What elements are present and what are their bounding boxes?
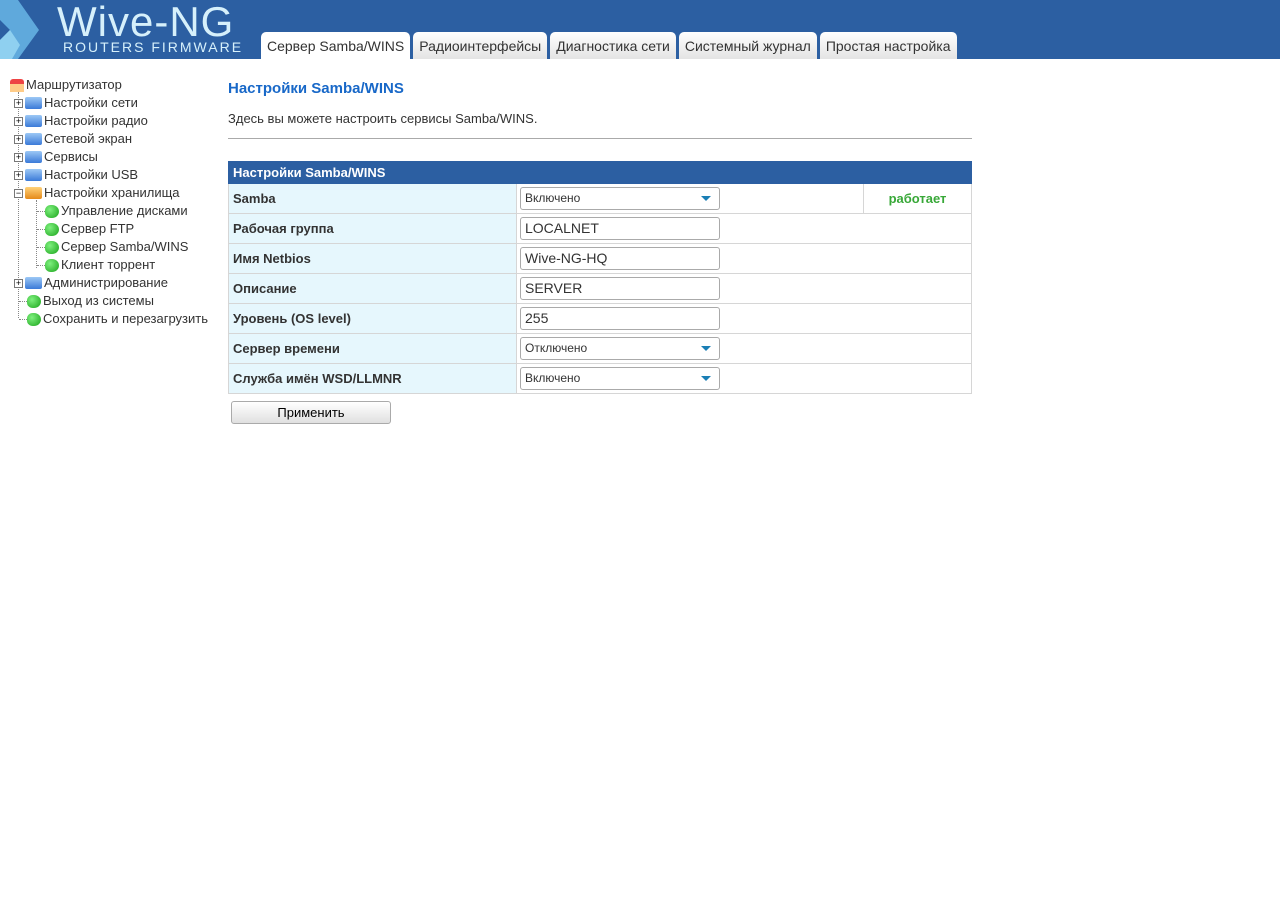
tree-label: Сервер Samba/WINS — [61, 239, 189, 254]
page-title: Настройки Samba/WINS — [228, 80, 404, 97]
folder-open-icon — [25, 187, 42, 199]
tree-label: Управление дисками — [61, 203, 188, 218]
tree-label: Сохранить и перезагрузить — [43, 311, 208, 326]
leaf-icon — [45, 222, 59, 236]
leaf-icon — [45, 204, 59, 218]
table-title: Настройки Samba/WINS — [228, 161, 972, 184]
tree-label: Маршрутизатор — [26, 77, 122, 92]
tree-label: Настройки сети — [44, 95, 138, 110]
table-row: Уровень (OS level) 255 — [228, 303, 972, 334]
tree-item-logout[interactable]: Выход из системы — [19, 292, 154, 310]
tree-label: Клиент торрент — [61, 257, 156, 272]
tree-label: Сервисы — [44, 149, 98, 164]
expand-icon[interactable]: + — [14, 134, 23, 144]
row-label: Служба имён WSD/LLMNR — [228, 363, 517, 394]
time-server-select[interactable]: Отключено — [520, 337, 720, 360]
workgroup-input[interactable]: LOCALNET — [520, 217, 720, 240]
tree-item-disks[interactable]: Управление дисками — [37, 202, 188, 220]
row-label: Сервер времени — [228, 333, 517, 364]
leaf-icon — [27, 294, 41, 308]
tree-item-network[interactable]: + Настройки сети — [14, 94, 138, 112]
divider — [228, 138, 972, 139]
row-label: Уровень (OS level) — [228, 303, 517, 334]
folder-icon — [25, 115, 42, 127]
table-row: Описание SERVER — [228, 273, 972, 304]
select-value: Включено — [525, 371, 581, 385]
tree-label: Администрирование — [44, 275, 168, 290]
select-value: Включено — [525, 191, 581, 205]
tree-label: Настройки хранилища — [44, 185, 180, 200]
folder-icon — [25, 133, 42, 145]
tree-item-admin[interactable]: + Администрирование — [14, 274, 168, 292]
page-description: Здесь вы можете настроить сервисы Samba/… — [228, 111, 538, 126]
row-label: Описание — [228, 273, 517, 304]
row-label: Рабочая группа — [228, 213, 517, 244]
home-icon — [10, 78, 24, 92]
table-row: Сервер времени Отключено — [228, 333, 972, 364]
leaf-icon — [45, 240, 59, 254]
apply-button[interactable]: Применить — [231, 401, 391, 424]
tree-label: Настройки USB — [44, 167, 139, 182]
os-level-input[interactable]: 255 — [520, 307, 720, 330]
top-tabs: Сервер Samba/WINS Радиоинтерфейсы Диагно… — [261, 32, 957, 59]
folder-icon — [25, 97, 42, 109]
expand-icon[interactable]: + — [14, 152, 23, 162]
logo-subtitle: ROUTERS FIRMWARE — [63, 39, 244, 55]
tree-item-torrent[interactable]: Клиент торрент — [37, 256, 155, 274]
tree-label: Настройки радио — [44, 113, 148, 128]
tree-label: Выход из системы — [43, 293, 154, 308]
description-input[interactable]: SERVER — [520, 277, 720, 300]
tab-system-log[interactable]: Системный журнал — [678, 32, 817, 59]
tab-samba-wins[interactable]: Сервер Samba/WINS — [261, 32, 411, 59]
folder-icon — [25, 169, 42, 181]
tree-item-storage[interactable]: − Настройки хранилища — [14, 184, 180, 202]
tree-item-services[interactable]: + Сервисы — [14, 148, 98, 166]
tree-item-usb[interactable]: + Настройки USB — [14, 166, 138, 184]
chevron-down-icon — [701, 346, 711, 351]
tree-label: Сервер FTP — [61, 221, 135, 236]
table-row: Рабочая группа LOCALNET — [228, 213, 972, 244]
row-label: Samba — [228, 183, 517, 214]
netbios-name-input[interactable]: Wive-NG-HQ — [520, 247, 720, 270]
samba-status: работает — [863, 183, 972, 214]
expand-icon[interactable]: + — [14, 170, 23, 180]
logo-chevron-icon — [0, 0, 39, 59]
expand-icon[interactable]: + — [14, 116, 23, 126]
chevron-down-icon — [701, 196, 711, 201]
collapse-icon[interactable]: − — [14, 188, 23, 198]
header: Wive-NG ROUTERS FIRMWARE Сервер Samba/WI… — [0, 0, 1280, 59]
main-content: Настройки Samba/WINS Здесь вы можете нас… — [228, 80, 972, 424]
row-label: Имя Netbios — [228, 243, 517, 274]
samba-select[interactable]: Включено — [520, 187, 720, 210]
expand-icon[interactable]: + — [14, 278, 23, 288]
table-row: Samba Включено работает — [228, 183, 972, 214]
tree-item-radio[interactable]: + Настройки радио — [14, 112, 148, 130]
folder-icon — [25, 151, 42, 163]
tab-network-diagnostics[interactable]: Диагностика сети — [550, 32, 676, 59]
tab-radio-interfaces[interactable]: Радиоинтерфейсы — [413, 32, 548, 59]
wsd-llmnr-select[interactable]: Включено — [520, 367, 720, 390]
table-row: Служба имён WSD/LLMNR Включено — [228, 363, 972, 394]
select-value: Отключено — [525, 341, 588, 355]
tree-item-firewall[interactable]: + Сетевой экран — [14, 130, 132, 148]
settings-table: Настройки Samba/WINS Samba Включено работа… — [228, 161, 972, 394]
expand-icon[interactable]: + — [14, 98, 23, 108]
chevron-down-icon — [701, 376, 711, 381]
tree-item-samba[interactable]: Сервер Samba/WINS — [37, 238, 188, 256]
leaf-icon — [27, 312, 41, 326]
tree-item-save-reboot[interactable]: Сохранить и перезагрузить — [19, 310, 208, 328]
folder-icon — [25, 277, 42, 289]
table-row: Имя Netbios Wive-NG-HQ — [228, 243, 972, 274]
leaf-icon — [45, 258, 59, 272]
tree-item-ftp[interactable]: Сервер FTP — [37, 220, 134, 238]
tree-label: Сетевой экран — [44, 131, 133, 146]
tree-root[interactable]: Маршрутизатор — [10, 76, 122, 94]
tab-simple-setup[interactable]: Простая настройка — [819, 32, 957, 59]
